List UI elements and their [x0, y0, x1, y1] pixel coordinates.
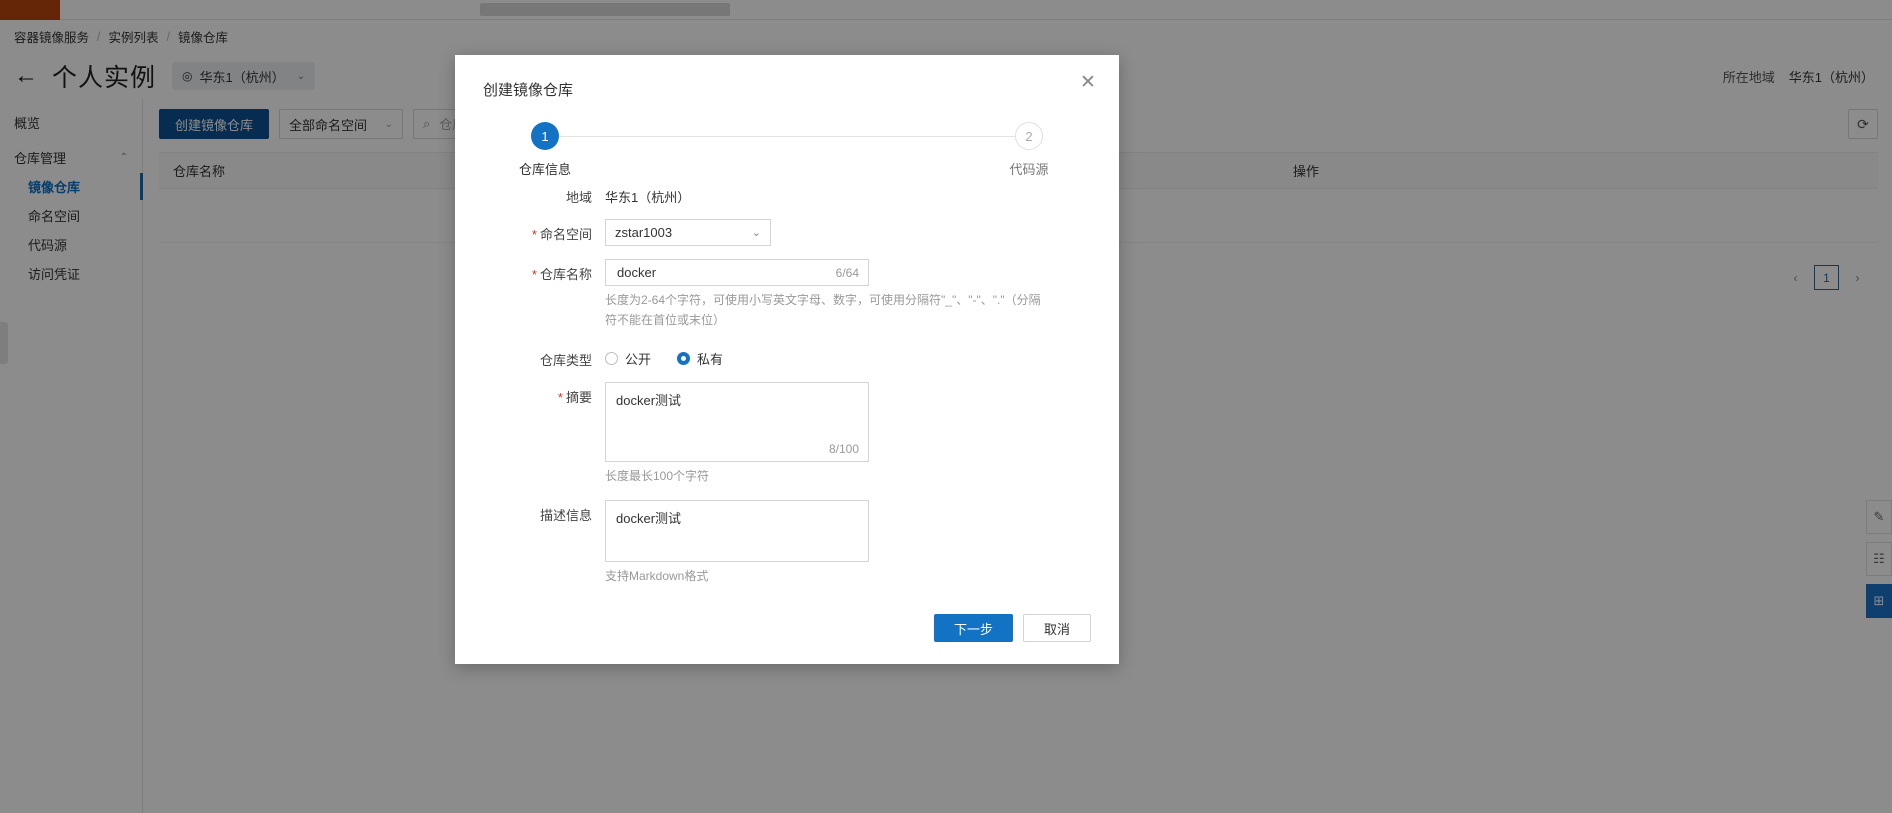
field-namespace-label-text: 命名空间 [539, 227, 592, 242]
repo-name-counter: 6/64 [835, 265, 859, 280]
field-repo-type-label: 仓库类型 [539, 352, 592, 368]
radio-private[interactable]: 私有 [677, 349, 723, 368]
field-repo-name-label-text: 仓库名称 [539, 267, 592, 282]
step-indicator: 1 仓库信息 2 代码源 [500, 122, 1074, 178]
radio-private-label: 私有 [697, 351, 724, 367]
field-description: 描述信息 docker测试 支持Markdown格式 [483, 500, 1091, 587]
field-summary: * 摘要 docker测试 8/100 长度最长100个字符 [483, 381, 1091, 487]
field-namespace-label: * 命名空间 [483, 219, 605, 246]
namespace-select-value: zstar1003 [615, 225, 673, 240]
repo-type-radio-group: 公开 私有 [605, 345, 1091, 368]
cancel-button[interactable]: 取消 [1022, 614, 1091, 642]
step-2-number: 2 [1015, 122, 1043, 150]
radio-public[interactable]: 公开 [605, 349, 651, 368]
field-repo-name-label: * 仓库名称 [483, 259, 605, 331]
step-1-number: 1 [531, 122, 559, 150]
field-region-label: 地域 [565, 190, 592, 205]
step-connector-line [536, 136, 1038, 137]
create-repository-dialog: 创建镜像仓库 ✕ 1 仓库信息 2 代码源 地域 华东1（杭州） * 命名空间 z [455, 55, 1119, 664]
repository-form: 地域 华东1（杭州） * 命名空间 zstar1003 ⌄ * 仓库名称 doc… [455, 176, 1119, 614]
close-icon[interactable]: ✕ [1077, 71, 1099, 93]
field-repo-type: 仓库类型 公开 私有 [483, 345, 1091, 369]
repo-name-input[interactable] [615, 264, 830, 281]
field-summary-label: * 摘要 [483, 382, 605, 487]
field-summary-label-text: 摘要 [565, 389, 592, 405]
repo-name-input-wrap[interactable]: 6/64 [605, 259, 869, 286]
namespace-select[interactable]: zstar1003 ⌄ [605, 219, 771, 246]
summary-textarea-wrap[interactable]: docker测试 8/100 [605, 381, 869, 462]
dialog-footer: 下一步 取消 [455, 614, 1119, 664]
dialog-title: 创建镜像仓库 [483, 82, 574, 99]
field-namespace: * 命名空间 zstar1003 ⌄ [483, 219, 1091, 246]
summary-textarea[interactable]: docker测试 [606, 383, 868, 419]
repo-name-hint: 长度为2-64个字符，可使用小写英文字母、数字，可使用分隔符"_"、"-"、".… [605, 293, 1041, 327]
dialog-header: 创建镜像仓库 ✕ [455, 55, 1119, 100]
description-hint: 支持Markdown格式 [605, 569, 709, 584]
step-2-label: 代码源 [1009, 162, 1049, 177]
required-marker: * [557, 389, 563, 405]
radio-dot-icon [605, 351, 618, 365]
field-region-value: 华东1（杭州） [605, 190, 691, 205]
step-1-label: 仓库信息 [518, 162, 571, 177]
field-repo-name: *仓库名称 6/64 长度为2-64个字符，可使用小写英文字母、数字，可使用分隔… [483, 259, 1091, 331]
required-marker: * [531, 267, 537, 282]
required-marker: * [531, 227, 537, 242]
step-1[interactable]: 1 仓库信息 [500, 122, 590, 178]
summary-counter: 8/100 [828, 441, 859, 456]
field-description-label: 描述信息 [539, 508, 592, 524]
chevron-down-icon: ⌄ [751, 227, 761, 239]
description-textarea-wrap[interactable]: docker测试 [605, 500, 869, 563]
radio-public-label: 公开 [625, 351, 652, 367]
step-2[interactable]: 2 代码源 [984, 122, 1074, 178]
field-region: 地域 华东1（杭州） [483, 182, 1091, 206]
description-textarea[interactable]: docker测试 [606, 501, 868, 537]
next-step-button[interactable]: 下一步 [933, 614, 1013, 642]
radio-dot-icon [677, 351, 691, 365]
summary-hint: 长度最长100个字符 [605, 468, 710, 483]
